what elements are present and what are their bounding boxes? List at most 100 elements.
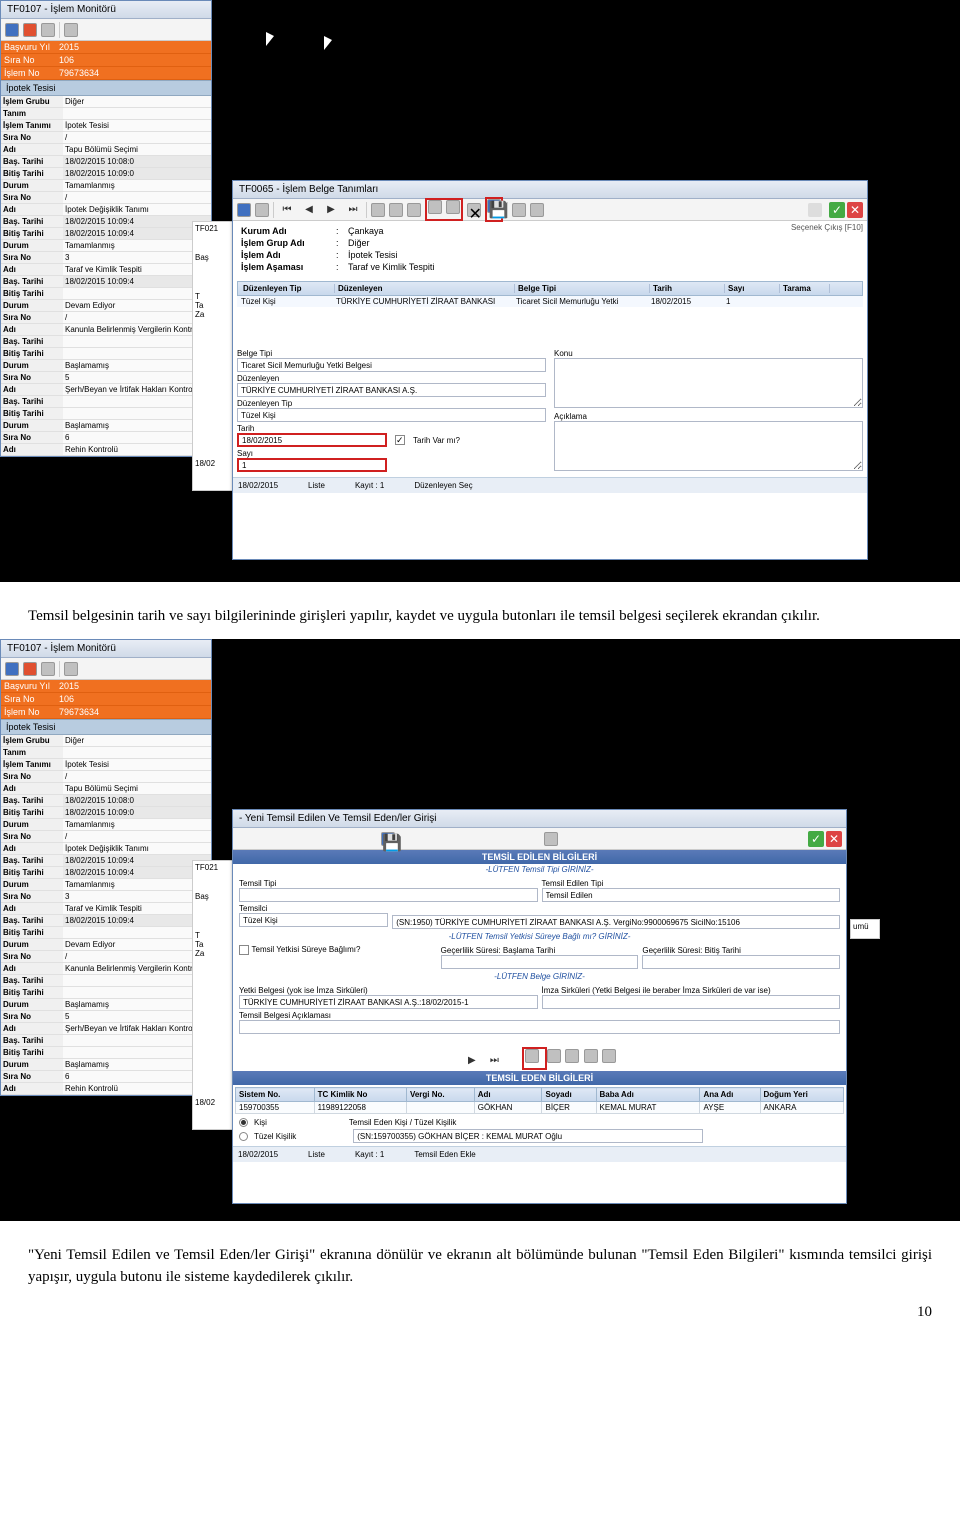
yeni-temsil-status: 18/02/2015 Liste Kayıt : 1 Temsil Eden E… bbox=[233, 1146, 846, 1162]
input-gec-bas[interactable] bbox=[441, 955, 639, 969]
lbl-temsil-edilen-tip: Temsil Edilen Tipi bbox=[542, 879, 841, 888]
lbl-aciklama: Açıklama bbox=[554, 412, 863, 421]
new-icon[interactable] bbox=[371, 203, 385, 217]
close-icon[interactable] bbox=[847, 202, 863, 218]
textarea-aciklama[interactable] bbox=[554, 421, 863, 471]
save-icon[interactable]: 💾 bbox=[381, 832, 395, 846]
props-icon[interactable] bbox=[41, 662, 55, 676]
tool2-icon[interactable] bbox=[547, 1049, 561, 1063]
input-temsilci-tip[interactable] bbox=[239, 913, 388, 927]
print-icon[interactable] bbox=[512, 203, 526, 217]
input-tarih[interactable] bbox=[237, 433, 387, 447]
instr-1: -LÜTFEN Temsil Tipi GİRİNİZ- bbox=[233, 864, 846, 875]
input-temsil-tipi[interactable] bbox=[239, 888, 538, 902]
lbl-sirano-1: Sıra No bbox=[1, 132, 63, 143]
input-imza[interactable] bbox=[542, 995, 841, 1009]
refresh-icon[interactable] bbox=[5, 662, 19, 676]
edit-icon[interactable] bbox=[389, 203, 403, 217]
checkbox-tarih-var[interactable] bbox=[395, 435, 405, 445]
tool-icon[interactable] bbox=[525, 1049, 539, 1063]
user-icon[interactable] bbox=[23, 23, 37, 37]
lbl-yetki: Yetki Belgesi (yok ise İmza Sirküleri) bbox=[239, 986, 538, 995]
doc1-icon[interactable] bbox=[428, 200, 442, 214]
close-icon[interactable] bbox=[826, 831, 842, 847]
first-icon[interactable]: ⏮ bbox=[278, 204, 296, 215]
tf0065-title: TF0065 - İşlem Belge Tanımları bbox=[233, 181, 867, 199]
lbl-islem-tanimi: İşlem Tanımı bbox=[1, 120, 63, 131]
save-highlight: 💾 bbox=[485, 197, 503, 222]
lbl-imza: İmza Sirküleri (Yetki Belgesi ile berabe… bbox=[542, 986, 841, 995]
lbl-kisi: Kişi bbox=[254, 1118, 267, 1127]
prev-icon[interactable]: ◀ bbox=[300, 204, 318, 215]
secenek-label: Seçenek Çıkış [F10] bbox=[791, 223, 863, 232]
lbl-tanim: Tanım bbox=[1, 108, 63, 119]
delete-icon[interactable]: ✕ bbox=[467, 203, 481, 217]
val-diger: Diğer bbox=[63, 96, 211, 107]
lbl-temsil-aciklama: Temsil Belgesi Açıklaması bbox=[239, 1011, 840, 1020]
lbl-gec-bit: Geçerlilik Süresi: Bitiş Tarihi bbox=[642, 946, 840, 955]
home-icon[interactable] bbox=[237, 203, 251, 217]
copy-icon[interactable] bbox=[407, 203, 421, 217]
tool5-icon[interactable] bbox=[602, 1049, 616, 1063]
lbl-tarih: Tarih bbox=[237, 424, 546, 433]
clip-icon[interactable] bbox=[808, 203, 822, 217]
lbl-temsilci: Temsilci bbox=[239, 904, 388, 913]
yeni-temsil-window: - Yeni Temsil Edilen Ve Temsil Eden/ler … bbox=[232, 809, 847, 1204]
input-gec-bit[interactable] bbox=[642, 955, 840, 969]
apply-icon[interactable] bbox=[808, 831, 824, 847]
lbl-sureye: Temsil Yetkisi Süreye Bağlımı? bbox=[252, 945, 361, 954]
input-duzenleyen[interactable] bbox=[237, 383, 546, 397]
tool4-icon[interactable] bbox=[584, 1049, 598, 1063]
lbl-dur-1: Durum bbox=[1, 180, 63, 191]
tool3-icon[interactable] bbox=[565, 1049, 579, 1063]
input-yetki[interactable] bbox=[239, 995, 538, 1009]
input-temsil-aciklama[interactable] bbox=[239, 1020, 840, 1034]
band-temsil-eden: TEMSİL EDEN BİLGİLERİ bbox=[233, 1071, 846, 1085]
radio-tuzel[interactable] bbox=[239, 1132, 248, 1141]
last-icon[interactable]: ⏭ bbox=[344, 204, 362, 215]
band-temsil-edilen: TEMSİL EDİLEN BİLGİLERİ bbox=[233, 850, 846, 864]
highlighted-tool bbox=[522, 1047, 546, 1070]
table-row[interactable]: 159700355 11989122058 GÖKHAN BİÇER KEMAL… bbox=[236, 1102, 844, 1114]
props-icon[interactable] bbox=[41, 23, 55, 37]
nav-next-icon[interactable]: ▶ bbox=[463, 1055, 481, 1066]
print-icon[interactable] bbox=[544, 832, 558, 846]
checkbox-sureye[interactable] bbox=[239, 945, 249, 955]
ipotek-bar: İpotek Tesisi bbox=[1, 80, 211, 96]
radio-kisi[interactable] bbox=[239, 1118, 248, 1127]
doc2-icon[interactable] bbox=[446, 200, 460, 214]
nav-row: ▶ ⏭ bbox=[233, 1046, 846, 1071]
doc-icon[interactable] bbox=[64, 662, 78, 676]
lbl-temsil-tipi: Temsil Tipi bbox=[239, 879, 538, 888]
textarea-konu[interactable] bbox=[554, 358, 863, 408]
input-temsil-edilen-tip[interactable] bbox=[542, 888, 841, 902]
cursor-1 bbox=[266, 32, 278, 48]
lbl-bas-1: Baş. Tarihi bbox=[1, 156, 63, 167]
doc-icon[interactable] bbox=[64, 23, 78, 37]
lbl-sayi: Sayı bbox=[237, 449, 546, 458]
monitor-toolbar bbox=[1, 19, 211, 41]
tf0065-data-row[interactable]: Tüzel Kişi TÜRKİYE CUMHURİYETİ ZİRAAT BA… bbox=[237, 296, 863, 307]
monitor-grid: İşlem GrubuDiğer Tanım İşlem Tanımıİpote… bbox=[1, 96, 211, 456]
separator bbox=[59, 22, 60, 38]
next-icon[interactable]: ▶ bbox=[322, 204, 340, 215]
help-icon[interactable] bbox=[530, 203, 544, 217]
input-temsil-eden[interactable] bbox=[353, 1129, 703, 1143]
monitor-panel-2: TF0107 - İşlem Monitörü Başvuru Yıl2015 … bbox=[0, 639, 212, 1096]
kv-basvuru-yil: Başvuru Yıl2015 bbox=[1, 41, 211, 54]
save-icon[interactable]: 💾 bbox=[487, 199, 501, 213]
screenshot-2: TF0107 - İşlem Monitörü Başvuru Yıl2015 … bbox=[0, 639, 960, 1221]
apply-icon[interactable] bbox=[829, 202, 845, 218]
user-icon[interactable] bbox=[23, 662, 37, 676]
lbl-bit-1: Bitiş Tarihi bbox=[1, 168, 63, 179]
fragment-umu: umü bbox=[850, 919, 880, 939]
tf0065-window: TF0065 - İşlem Belge Tanımları ⏮ ◀ ▶ ⏭ ✕… bbox=[232, 180, 868, 560]
input-sayi[interactable] bbox=[237, 458, 387, 472]
refresh-icon[interactable] bbox=[5, 23, 19, 37]
lbl-duzenleyen: Düzenleyen bbox=[237, 374, 546, 383]
input-belge-tipi[interactable] bbox=[237, 358, 546, 372]
nav-last-icon[interactable]: ⏭ bbox=[485, 1055, 503, 1066]
input-duz-tip[interactable] bbox=[237, 408, 546, 422]
input-temsilci[interactable] bbox=[392, 915, 840, 929]
table-icon[interactable] bbox=[255, 203, 269, 217]
